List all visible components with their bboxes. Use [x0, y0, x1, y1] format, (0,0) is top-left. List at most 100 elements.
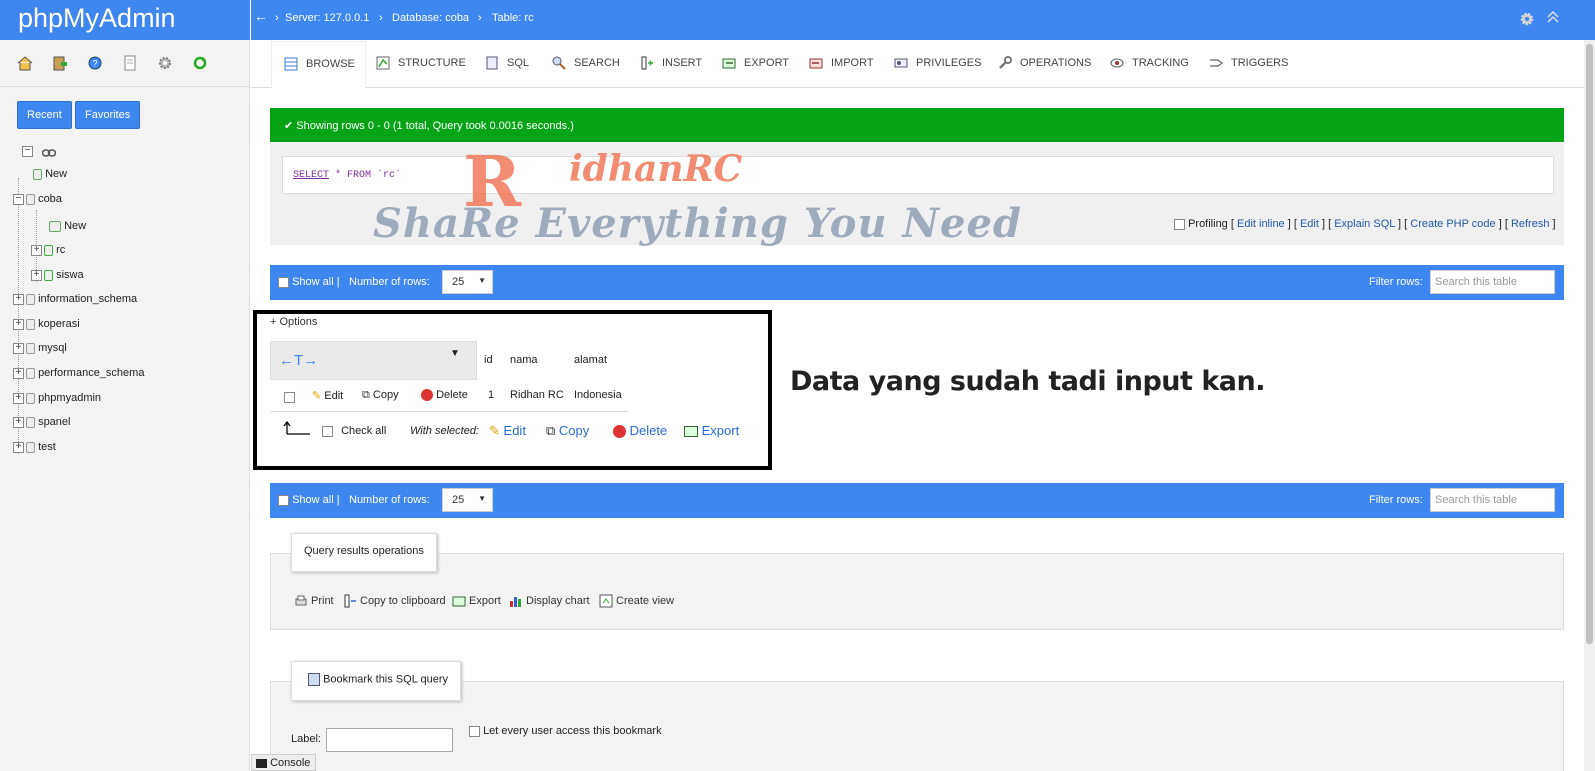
refresh-link[interactable]: Refresh: [1511, 218, 1550, 230]
expand-icon[interactable]: +: [13, 342, 24, 354]
tab-export[interactable]: Export: [722, 56, 789, 70]
bulk-export-button[interactable]: Export: [684, 423, 739, 438]
column-resize-arrows[interactable]: ←T→: [279, 352, 318, 369]
tree-item-new-database[interactable]: New: [31, 168, 67, 180]
copy-to-clipboard-link[interactable]: Copy to clipboard: [343, 594, 446, 608]
breadcrumb-table[interactable]: Table: rc: [492, 12, 534, 24]
bulk-edit-button[interactable]: ✎ Edit: [489, 423, 526, 439]
tab-browse[interactable]: Browse: [271, 41, 366, 88]
sidebar-icon-bar: ?: [0, 40, 250, 87]
expand-icon[interactable]: +: [31, 244, 42, 256]
collapse-all-button[interactable]: −: [22, 144, 33, 158]
tree-item-mysql[interactable]: + mysql: [13, 342, 67, 354]
export-icon: [722, 56, 736, 70]
sort-dropdown-icon[interactable]: ▼: [450, 348, 460, 359]
expand-icon[interactable]: +: [13, 441, 24, 453]
expand-icon[interactable]: +: [31, 269, 42, 281]
settings-icon[interactable]: [156, 54, 174, 72]
help-icon[interactable]: ?: [86, 54, 104, 72]
row-delete-button[interactable]: Delete: [421, 389, 468, 402]
expand-icon[interactable]: +: [13, 318, 24, 330]
display-chart-link[interactable]: Display chart: [509, 594, 590, 608]
recent-button[interactable]: Recent: [17, 101, 72, 129]
scrollbar-thumb[interactable]: [1586, 44, 1593, 644]
explain-sql-link[interactable]: Explain SQL: [1334, 218, 1395, 230]
filter-rows-label: Filter rows:: [1369, 494, 1423, 506]
create-php-link[interactable]: Create PHP code: [1410, 218, 1495, 230]
svg-text:?: ?: [93, 59, 98, 69]
collapse-top-icon[interactable]: [1546, 10, 1560, 27]
tree-item-phpmyadmin[interactable]: + phpmyadmin: [13, 392, 101, 404]
expand-icon[interactable]: +: [13, 293, 24, 305]
column-header-id[interactable]: id: [484, 354, 493, 366]
show-all-toggle[interactable]: Show all |: [278, 494, 340, 506]
bookmark-label-input[interactable]: [326, 728, 453, 752]
tree-item-siswa[interactable]: + siswa: [31, 269, 84, 281]
browse-icon: [284, 57, 298, 71]
row-copy-button[interactable]: ⧉ Copy: [362, 389, 399, 402]
rows-per-page-select[interactable]: 25 ▼: [442, 488, 493, 512]
console-toggle[interactable]: Console: [251, 754, 316, 771]
delete-icon: [421, 389, 433, 402]
bulk-delete-button[interactable]: Delete: [613, 423, 667, 439]
page-scrollbar[interactable]: [1584, 40, 1595, 771]
app-logo[interactable]: phpMyAdmin: [0, 0, 250, 40]
row-checkbox[interactable]: [284, 390, 295, 404]
tree-item-coba[interactable]: − coba: [13, 193, 62, 205]
tree-item-new-table[interactable]: New: [47, 220, 86, 232]
breadcrumb-chevron-icon: ›: [478, 12, 482, 24]
gear-icon[interactable]: [1519, 11, 1535, 30]
tab-insert[interactable]: Insert: [640, 56, 702, 70]
cell-nama[interactable]: Ridhan RC: [510, 389, 564, 401]
expand-icon[interactable]: +: [13, 416, 24, 428]
column-header-alamat[interactable]: alamat: [574, 354, 607, 366]
tab-tracking[interactable]: Tracking: [1110, 56, 1189, 70]
view-icon: [599, 594, 613, 608]
collapse-icon[interactable]: −: [13, 193, 24, 205]
tab-sql[interactable]: SQL: [485, 56, 529, 70]
every-user-access-toggle[interactable]: Let every user access this bookmark: [469, 725, 662, 737]
breadcrumb-server[interactable]: Server: 127.0.0.1: [285, 12, 369, 24]
favorites-button[interactable]: Favorites: [75, 101, 141, 129]
tree-item-information-schema[interactable]: + information_schema: [13, 293, 137, 305]
expand-icon[interactable]: +: [13, 392, 24, 404]
show-all-toggle[interactable]: Show all |: [278, 276, 340, 288]
tree-item-test[interactable]: + test: [13, 441, 56, 453]
filter-rows-input[interactable]: Search this table: [1430, 488, 1555, 512]
docs-icon[interactable]: [121, 54, 139, 72]
check-all-toggle[interactable]: Check all: [322, 425, 386, 437]
tree-item-performance-schema[interactable]: + performance_schema: [13, 367, 144, 379]
logout-icon[interactable]: [51, 54, 69, 72]
cell-id[interactable]: 1: [488, 389, 494, 401]
tab-search[interactable]: Search: [552, 56, 620, 70]
reload-icon[interactable]: [191, 54, 209, 72]
create-view-link[interactable]: Create view: [599, 594, 674, 608]
profiling-checkbox[interactable]: [1174, 218, 1185, 230]
tree-item-rc[interactable]: + rc: [31, 244, 65, 256]
edit-inline-link[interactable]: Edit inline: [1237, 218, 1285, 230]
tab-privileges[interactable]: Privileges: [894, 56, 981, 70]
tab-structure[interactable]: Structure: [376, 56, 466, 70]
new-db-icon: [33, 168, 42, 180]
print-link[interactable]: Print: [294, 594, 334, 608]
link-icon[interactable]: [41, 146, 57, 160]
tab-triggers[interactable]: Triggers: [1209, 56, 1288, 70]
query-results-operations-legend: Query results operations: [291, 533, 437, 572]
cell-alamat[interactable]: Indonesia: [574, 389, 622, 401]
options-toggle[interactable]: + Options: [270, 316, 317, 328]
column-header-nama[interactable]: nama: [510, 354, 538, 366]
expand-icon[interactable]: +: [13, 367, 24, 379]
export-link[interactable]: Export: [452, 594, 501, 608]
back-arrow-icon[interactable]: ←: [254, 8, 268, 24]
breadcrumb-database[interactable]: Database: coba: [392, 12, 469, 24]
tree-item-spanel[interactable]: + spanel: [13, 416, 70, 428]
filter-rows-input[interactable]: Search this table: [1430, 270, 1555, 294]
edit-link[interactable]: Edit: [1300, 218, 1319, 230]
row-edit-button[interactable]: ✎ Edit: [312, 389, 343, 402]
tab-operations[interactable]: Operations: [998, 56, 1091, 70]
home-icon[interactable]: [16, 54, 34, 72]
tree-item-koperasi[interactable]: + koperasi: [13, 318, 80, 330]
bulk-copy-button[interactable]: ⧉ Copy: [546, 423, 589, 439]
rows-per-page-select[interactable]: 25 ▼: [442, 270, 493, 294]
tab-import[interactable]: Import: [809, 56, 874, 70]
